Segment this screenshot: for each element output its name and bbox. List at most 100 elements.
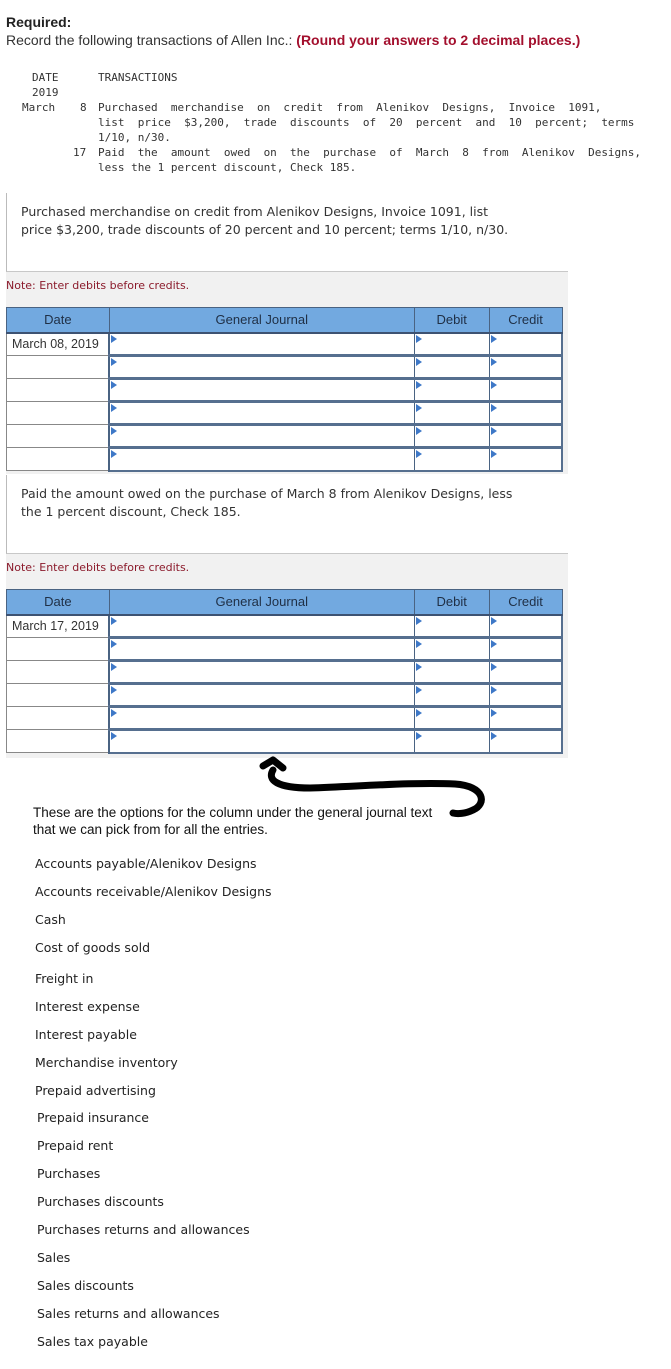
account-input[interactable] [108,705,415,730]
table-row: March 08, 2019 [6,332,563,356]
dropdown-indicator-icon [111,404,118,412]
dropdown-indicator-icon [111,334,118,343]
entry-day: 8 [80,101,87,114]
account-option: Prepaid advertising [35,1083,156,1098]
account-option: Cash [35,912,66,927]
dropdown-indicator-icon [111,640,118,648]
input-indicator-icon [490,450,497,458]
debit-input[interactable] [413,636,490,661]
debits-note: Note: Enter debits before credits. [6,561,190,574]
credit-input[interactable] [488,728,563,754]
credit-input[interactable] [488,446,563,472]
input-indicator-icon [415,381,422,389]
input-indicator-icon [490,663,497,671]
prompt-line: Paid the amount owed on the purchase of … [21,486,513,501]
input-indicator-icon [490,616,497,625]
table-row [6,377,563,402]
debit-input[interactable] [413,423,490,448]
account-option: Accounts receivable/Alenikov Designs [35,884,272,899]
table-row [6,682,563,707]
col-header-date: Date [6,307,110,334]
account-input[interactable] [108,446,415,472]
debit-input[interactable] [413,728,490,754]
dropdown-indicator-icon [111,358,118,366]
account-option: Sales discounts [37,1278,134,1293]
input-indicator-icon [490,358,497,366]
account-input[interactable] [108,400,415,425]
account-input[interactable] [108,636,415,661]
date-cell [6,706,111,730]
account-input[interactable] [108,614,415,638]
input-indicator-icon [490,709,497,717]
account-input[interactable] [108,423,415,448]
entry-line: Paid the amount owed on the purchase of … [98,146,642,159]
annotation-line: These are the options for the column und… [33,805,433,820]
month: March [22,101,56,114]
account-option: Cost of goods sold [35,940,151,955]
credit-input[interactable] [488,332,563,356]
date-cell [6,378,111,402]
date-cell [6,401,111,425]
date-cell [6,637,111,661]
date-cell [6,424,111,448]
account-option: Prepaid insurance [37,1110,149,1125]
debit-input[interactable] [413,354,490,379]
account-input[interactable] [108,377,415,402]
input-indicator-icon [415,663,422,671]
dropdown-indicator-icon [111,450,118,458]
col-header-debit: Debit [413,589,490,616]
table-row [6,728,563,754]
col-header-general-journal: General Journal [108,589,415,616]
debit-input[interactable] [413,614,490,638]
date-cell [6,683,111,707]
input-indicator-icon [490,427,497,435]
account-option: Interest expense [35,999,140,1014]
dropdown-indicator-icon [111,732,118,740]
account-option: Merchandise inventory [35,1055,178,1070]
dropdown-indicator-icon [111,427,118,435]
account-input[interactable] [108,682,415,707]
input-indicator-icon [415,616,422,625]
input-indicator-icon [415,732,422,740]
table-row [6,423,563,448]
annotation-text: These are the options for the column und… [33,804,463,838]
credit-input[interactable] [488,705,563,730]
credit-input[interactable] [488,423,563,448]
account-input[interactable] [108,728,415,754]
col-header-credit: Credit [488,589,563,616]
credit-input[interactable] [488,354,563,379]
account-input[interactable] [108,354,415,379]
debit-input[interactable] [413,705,490,730]
dropdown-indicator-icon [111,663,118,671]
col-header-general-journal: General Journal [108,307,415,334]
account-input[interactable] [108,332,415,356]
prompt-line: price $3,200, trade discounts of 20 perc… [21,222,509,237]
prompt-line: Purchased merchandise on credit from Ale… [21,204,488,219]
col-header-date: Date [6,589,110,616]
credit-input[interactable] [488,636,563,661]
debit-input[interactable] [413,400,490,425]
debit-input[interactable] [413,659,490,684]
input-indicator-icon [415,334,422,343]
account-option: Purchases returns and allowances [37,1222,250,1237]
credit-input[interactable] [488,659,563,684]
credit-input[interactable] [488,377,563,402]
credit-input[interactable] [488,400,563,425]
credit-input[interactable] [488,682,563,707]
debit-input[interactable] [413,446,490,472]
date-cell [6,447,111,471]
debit-input[interactable] [413,682,490,707]
transaction-prompt-2: Paid the amount owed on the purchase of … [6,475,568,554]
date-cell [6,729,111,753]
debit-input[interactable] [413,332,490,356]
col-header-debit: Debit [413,307,490,334]
account-option: Prepaid rent [37,1138,114,1153]
entry-line: list price $3,200, trade discounts of 20… [98,116,635,129]
debit-input[interactable] [413,377,490,402]
credit-input[interactable] [488,614,563,638]
account-input[interactable] [108,659,415,684]
col-header-credit: Credit [488,307,563,334]
input-indicator-icon [490,381,497,389]
entry-line: Purchased merchandise on credit from Ale… [98,101,602,114]
input-indicator-icon [490,686,497,694]
